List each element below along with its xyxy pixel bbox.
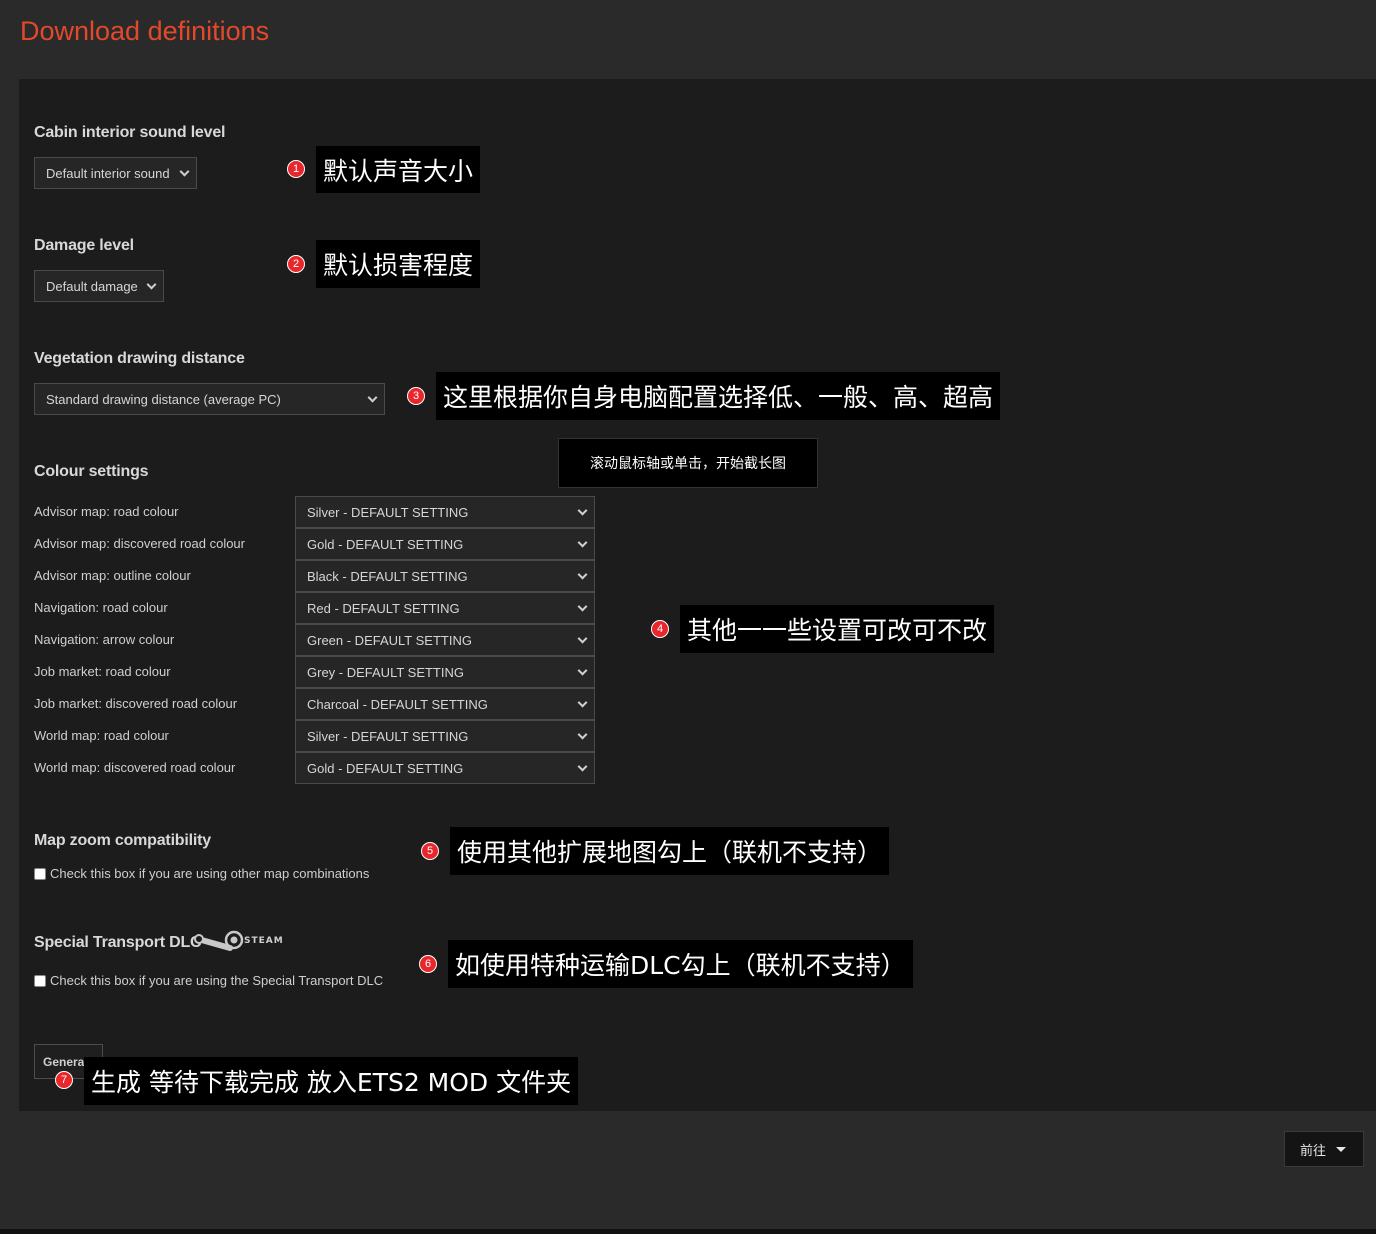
colour-select[interactable]: Red - DEFAULT SETTING	[295, 592, 595, 624]
colour-select[interactable]: Charcoal - DEFAULT SETTING	[295, 688, 595, 720]
steam-icon: STEAM	[194, 930, 284, 951]
colour-row-label: Advisor map: road colour	[34, 504, 179, 519]
annotation-badge: 7	[55, 1071, 73, 1089]
annotation-badge: 4	[651, 620, 669, 638]
annotation-label: 生成 等待下载完成 放入ETS2 MOD 文件夹	[84, 1057, 579, 1105]
vegetation-select[interactable]: Standard drawing distance (average PC)	[34, 383, 385, 415]
special-transport-title: Special Transport DLC	[34, 934, 202, 951]
colour-row-label: Job market: road colour	[34, 664, 171, 679]
colour-select[interactable]: Black - DEFAULT SETTING	[295, 560, 595, 592]
chevron-down-icon	[577, 537, 588, 548]
map-zoom-checkbox[interactable]	[34, 867, 46, 880]
annotation-badge: 6	[419, 955, 437, 973]
special-transport-checkbox-row[interactable]: Check this box if you are using the Spec…	[34, 973, 383, 988]
colour-select[interactable]: Silver - DEFAULT SETTING	[295, 496, 595, 528]
vegetation-title: Vegetation drawing distance	[34, 350, 245, 367]
colour-select-value: Gold - DEFAULT SETTING	[307, 760, 464, 776]
colour-select-value: Silver - DEFAULT SETTING	[307, 728, 469, 744]
colour-select-value: Silver - DEFAULT SETTING	[307, 504, 469, 520]
chevron-down-icon	[577, 665, 588, 676]
special-transport-checkbox[interactable]	[34, 974, 46, 987]
colour-select[interactable]: Grey - DEFAULT SETTING	[295, 656, 595, 688]
map-zoom-title: Map zoom compatibility	[34, 832, 211, 849]
chevron-down-icon	[146, 279, 157, 290]
colour-select-value: Gold - DEFAULT SETTING	[307, 536, 464, 552]
annotation-label: 如使用特种运输DLC勾上（联机不支持）	[448, 940, 913, 988]
colour-row-label: World map: road colour	[34, 728, 169, 743]
colour-select[interactable]: Green - DEFAULT SETTING	[295, 624, 595, 656]
colour-settings-title: Colour settings	[34, 463, 149, 480]
chevron-down-icon	[577, 761, 588, 772]
damage-level-select[interactable]: Default damage	[34, 270, 164, 302]
steam-wordmark: STEAM	[244, 936, 284, 946]
colour-select-value: Charcoal - DEFAULT SETTING	[307, 696, 488, 712]
screenshot-tooltip: 滚动鼠标轴或单击，开始截长图	[558, 438, 818, 488]
annotation-label: 默认损害程度	[316, 240, 481, 288]
bottom-strip	[0, 1229, 1376, 1234]
chevron-down-icon	[577, 633, 588, 644]
vegetation-value: Standard drawing distance (average PC)	[46, 391, 281, 407]
annotation-badge: 2	[287, 255, 305, 273]
special-transport-checkbox-label: Check this box if you are using the Spec…	[50, 973, 384, 988]
map-zoom-checkbox-label: Check this box if you are using other ma…	[50, 866, 370, 881]
annotation-badge: 1	[287, 160, 305, 178]
cabin-sound-value: Default interior sound	[46, 165, 170, 181]
caret-down-icon	[1336, 1146, 1347, 1152]
colour-row-label: Job market: discovered road colour	[34, 696, 238, 711]
chevron-down-icon	[367, 392, 378, 403]
annotation-label: 这里根据你自身电脑配置选择低、一般、高、超高	[436, 372, 1001, 420]
colour-row-label: World map: discovered road colour	[34, 760, 236, 775]
colour-select[interactable]: Silver - DEFAULT SETTING	[295, 720, 595, 752]
page-title: Download definitions	[20, 16, 270, 46]
damage-level-title: Damage level	[34, 237, 134, 254]
cabin-sound-select[interactable]: Default interior sound	[34, 157, 197, 189]
colour-select-value: Green - DEFAULT SETTING	[307, 632, 472, 648]
chevron-down-icon	[179, 166, 190, 177]
steam-logo: STEAM	[194, 929, 286, 962]
colour-row-label: Advisor map: discovered road colour	[34, 536, 245, 551]
chevron-down-icon	[577, 601, 588, 612]
annotation-badge: 3	[407, 387, 425, 405]
annotation-label: 其他一一些设置可改可不改	[680, 605, 995, 653]
colour-select[interactable]: Gold - DEFAULT SETTING	[295, 752, 595, 784]
colour-select-value: Red - DEFAULT SETTING	[307, 600, 460, 616]
cabin-sound-title: Cabin interior sound level	[34, 124, 226, 141]
chevron-down-icon	[577, 505, 588, 516]
colour-select[interactable]: Gold - DEFAULT SETTING	[295, 528, 595, 560]
goto-label: 前往	[1300, 1143, 1327, 1159]
annotation-label: 默认声音大小	[316, 146, 481, 193]
annotation-label: 使用其他扩展地图勾上（联机不支持）	[450, 827, 890, 875]
damage-level-value: Default damage	[46, 278, 138, 294]
goto-button[interactable]: 前往	[1284, 1131, 1364, 1167]
chevron-down-icon	[577, 569, 588, 580]
colour-select-value: Black - DEFAULT SETTING	[307, 568, 468, 584]
map-zoom-checkbox-row[interactable]: Check this box if you are using other ma…	[34, 866, 369, 881]
colour-row-label: Navigation: arrow colour	[34, 632, 175, 647]
colour-select-value: Grey - DEFAULT SETTING	[307, 664, 464, 680]
colour-row-label: Advisor map: outline colour	[34, 568, 191, 583]
chevron-down-icon	[577, 729, 588, 740]
colour-row-label: Navigation: road colour	[34, 600, 168, 615]
annotation-badge: 5	[421, 842, 439, 860]
chevron-down-icon	[577, 697, 588, 708]
